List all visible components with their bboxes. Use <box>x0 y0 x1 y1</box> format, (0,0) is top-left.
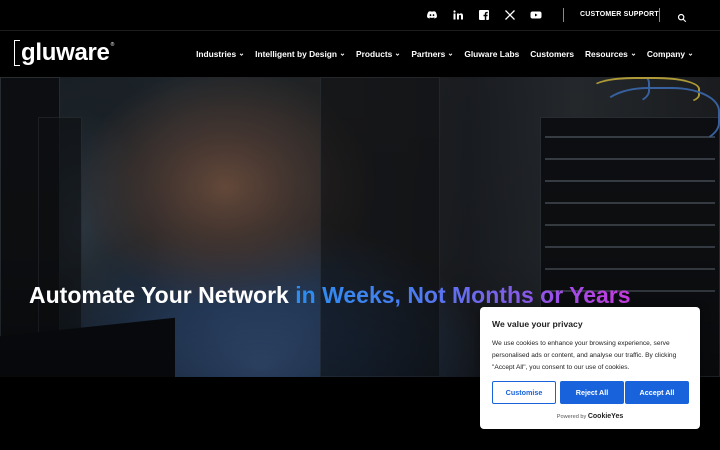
cookie-consent-banner: We value your privacy We use cookies to … <box>480 307 700 429</box>
chevron-down-icon <box>631 52 636 56</box>
nav-item-customers[interactable]: Customers <box>530 49 574 59</box>
headline-gradient-text: in Weeks, Not Months or Years <box>295 282 631 308</box>
reject-all-button[interactable]: Reject All <box>560 381 624 404</box>
gluware-logo[interactable]: gluware ® <box>14 38 114 68</box>
nav-item-label: Industries <box>196 49 237 59</box>
utility-divider-right <box>659 8 660 22</box>
chevron-down-icon <box>449 52 453 56</box>
nav-item-gluware-labs[interactable]: Gluware Labs <box>464 49 519 59</box>
chevron-down-icon <box>340 52 345 56</box>
nav-item-label: Resources <box>585 49 628 59</box>
social-links <box>426 0 542 30</box>
nav-item-label: Intelligent by Design <box>255 49 338 59</box>
accept-all-button[interactable]: Accept All <box>625 381 689 404</box>
nav-item-products[interactable]: Products <box>356 49 400 59</box>
nav-menu: Industries Intelligent by Design Products P… <box>196 31 693 77</box>
chevron-down-icon <box>396 52 400 56</box>
nav-item-label: Products <box>356 49 393 59</box>
nav-item-industries[interactable]: Industries <box>196 49 244 59</box>
utility-divider-left <box>563 8 564 22</box>
nav-item-company[interactable]: Company <box>647 49 693 59</box>
chevron-down-icon <box>688 52 693 56</box>
utility-bar: CUSTOMER SUPPORT <box>0 0 720 30</box>
customer-support-link[interactable]: CUSTOMER SUPPORT <box>580 0 659 30</box>
hero-headline: Automate Your Network in Weeks, Not Mont… <box>29 282 631 309</box>
powered-by-prefix: Powered by <box>556 414 587 420</box>
nav-item-label: Customers <box>530 49 574 59</box>
search-icon[interactable] <box>677 10 687 23</box>
cookie-title: We value your privacy <box>492 319 583 329</box>
x-icon[interactable] <box>504 9 516 21</box>
page: CUSTOMER SUPPORT gluware ® Industries Int… <box>0 0 720 450</box>
main-nav: gluware ® Industries Intelligent by Desig… <box>0 31 720 77</box>
customise-button[interactable]: Customise <box>492 381 556 404</box>
nav-item-intelligent-by-design[interactable]: Intelligent by Design <box>255 49 345 59</box>
facebook-icon[interactable] <box>478 9 490 21</box>
cookieyes-logo[interactable]: CookieYes <box>588 413 623 420</box>
headline-white-text: Automate Your Network <box>29 282 289 308</box>
cookie-description: We use cookies to enhance your browsing … <box>492 340 677 371</box>
nav-item-label: Gluware Labs <box>464 49 520 59</box>
nav-item-label: Company <box>646 49 685 59</box>
powered-by: Powered by CookieYes <box>480 413 700 420</box>
linkedin-icon[interactable] <box>452 9 464 21</box>
nav-item-resources[interactable]: Resources <box>585 49 636 59</box>
nav-item-partners[interactable]: Partners <box>411 49 453 59</box>
nav-item-label: Partners <box>411 49 446 59</box>
discord-icon[interactable] <box>426 9 438 21</box>
logo-bracket <box>14 40 20 66</box>
chevron-down-icon <box>239 52 244 56</box>
logo-registered-mark: ® <box>110 42 115 48</box>
logo-text: gluware <box>21 39 110 66</box>
youtube-icon[interactable] <box>530 9 542 21</box>
